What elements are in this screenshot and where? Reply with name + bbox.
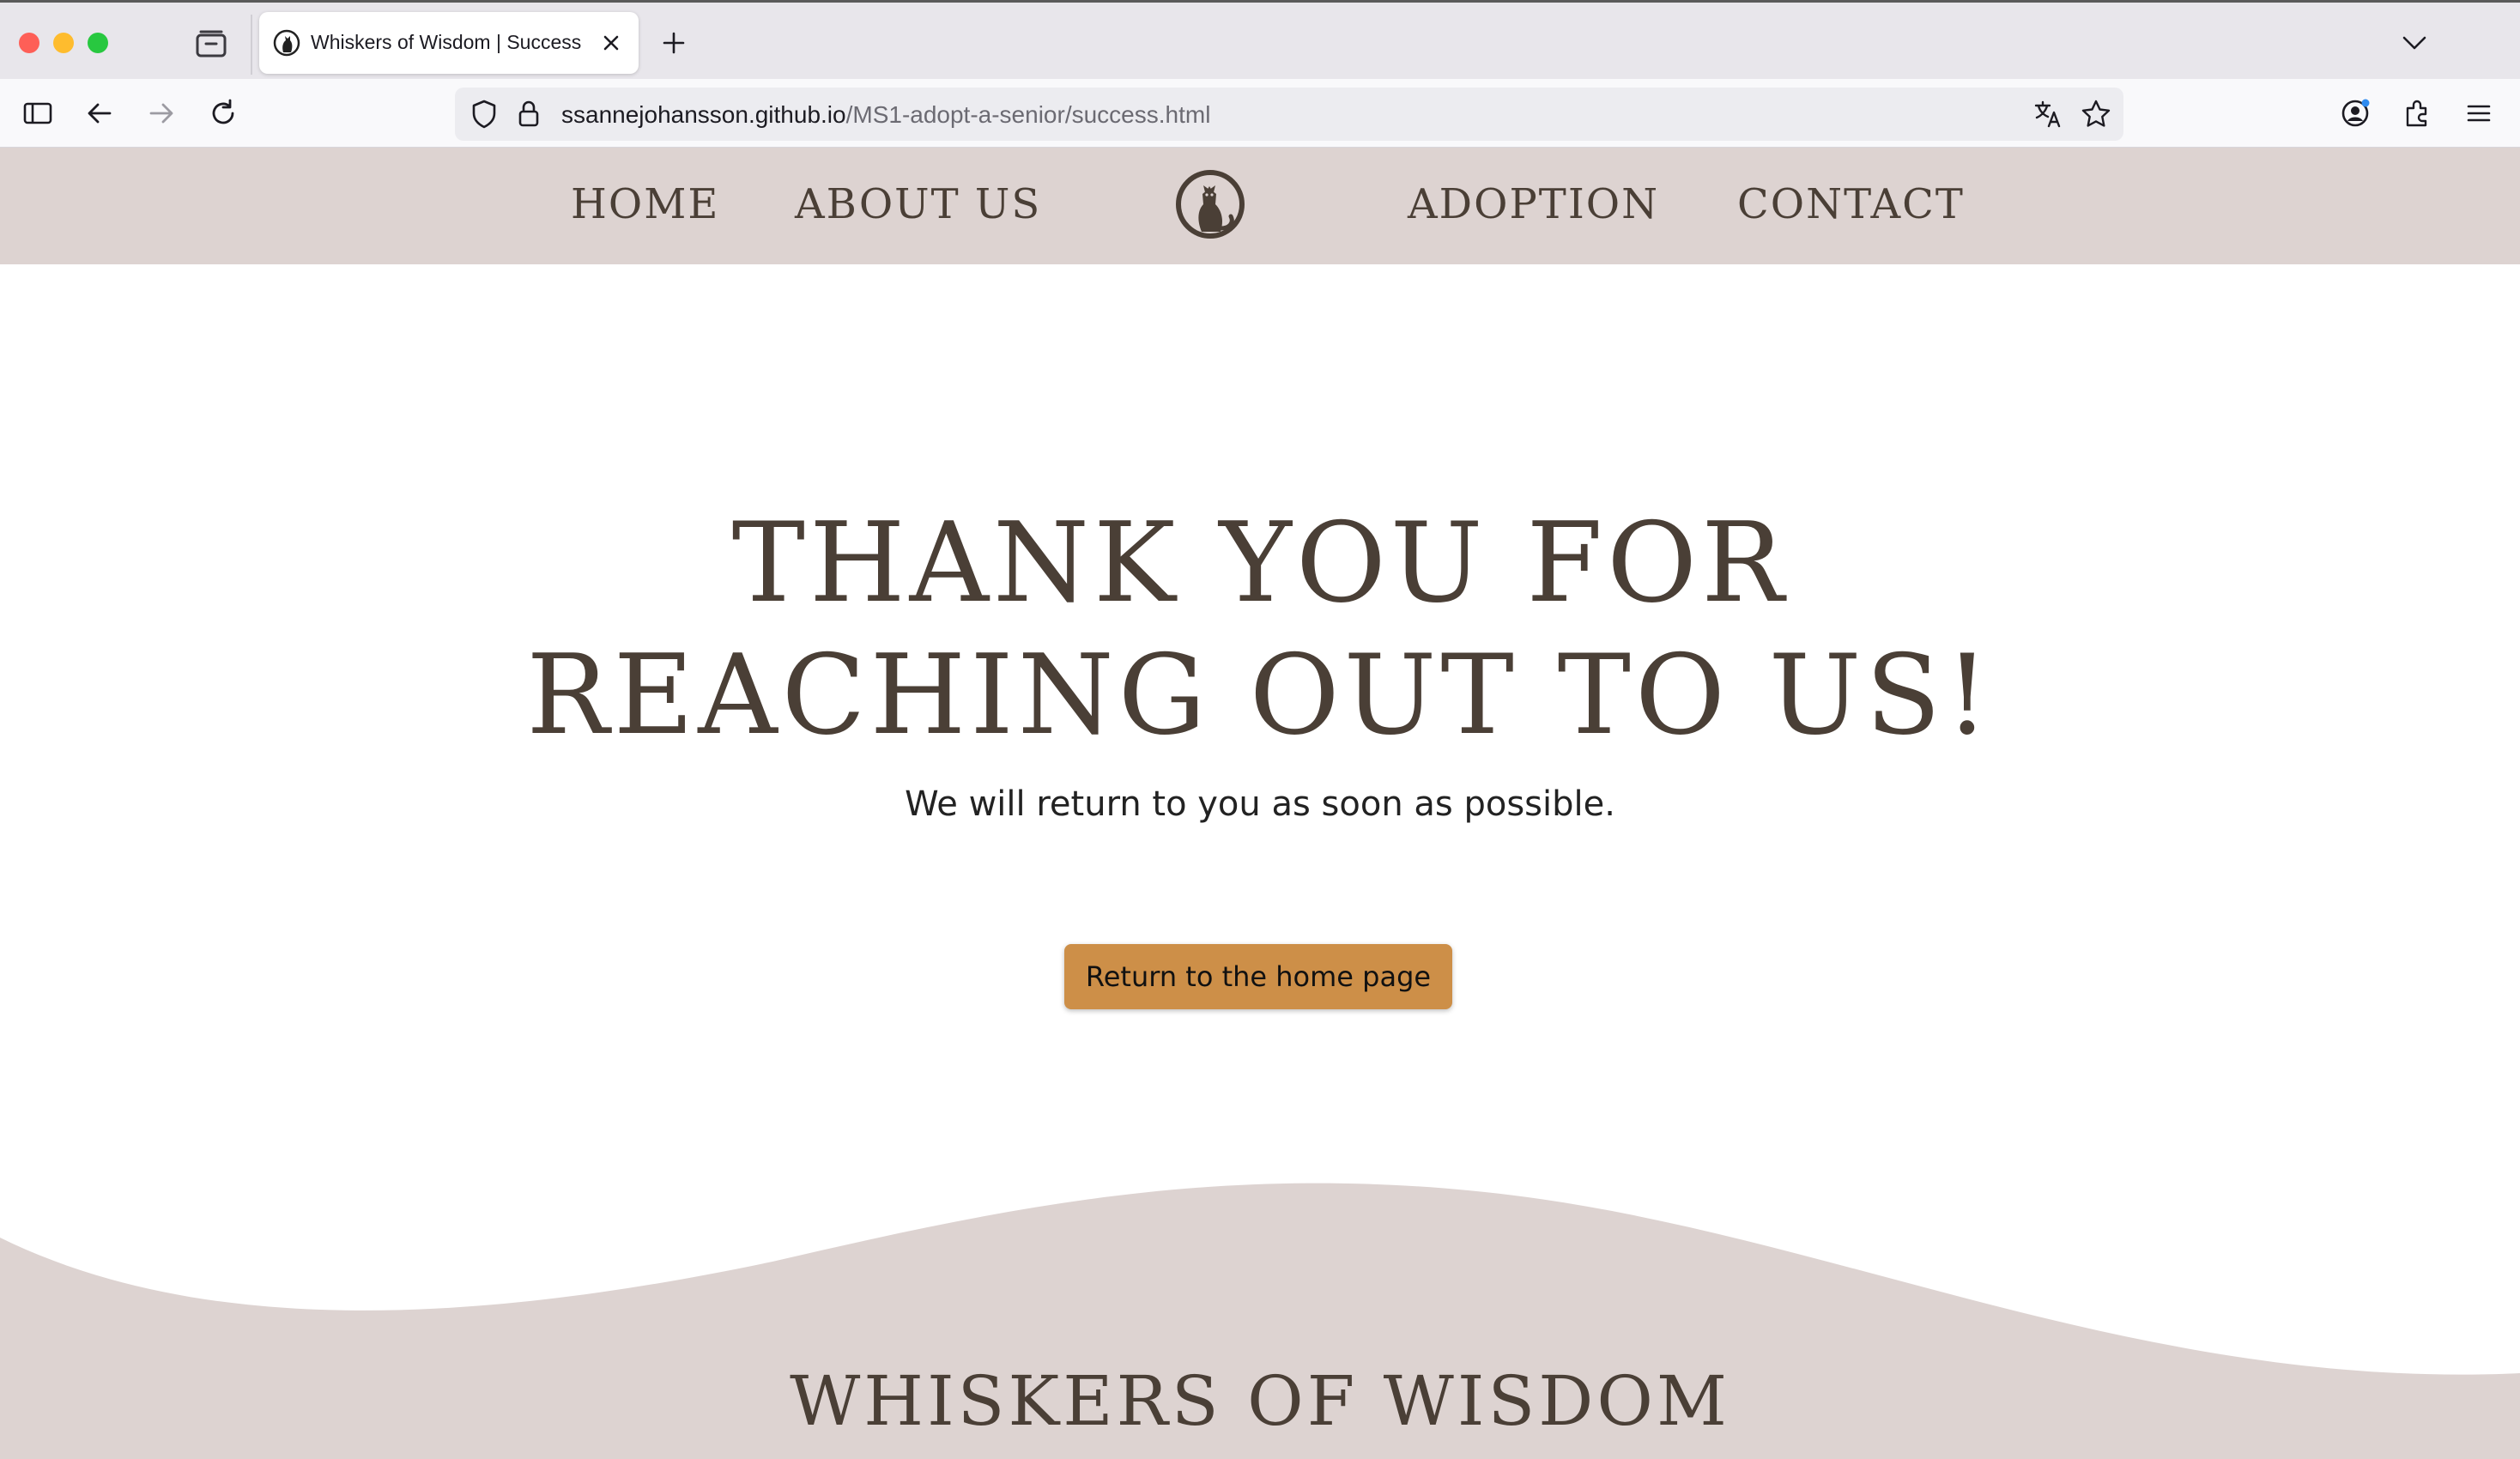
- url-path: /MS1-adopt-a-senior/success.html: [845, 101, 1211, 128]
- account-icon[interactable]: [2338, 96, 2372, 130]
- cat-logo-icon[interactable]: [1174, 168, 1246, 240]
- cat-favicon-icon: [273, 29, 300, 57]
- shield-icon[interactable]: [467, 97, 501, 131]
- address-bar[interactable]: ssannejohansson.github.io/MS1-adopt-a-se…: [455, 88, 2123, 141]
- page-title-line-1: THANK YOU FOR: [731, 499, 1789, 627]
- url-text[interactable]: ssannejohansson.github.io/MS1-adopt-a-se…: [561, 101, 1210, 129]
- active-tab[interactable]: Whiskers of Wisdom | Success: [259, 12, 639, 74]
- site-header: HOME ABOUT US ADOPTION CONTACT: [0, 148, 2520, 264]
- close-tab-icon[interactable]: [596, 27, 627, 58]
- nav-link-home[interactable]: HOME: [571, 180, 719, 228]
- new-tab-icon[interactable]: [659, 28, 688, 58]
- page-title: THANK YOU FOR REACHING OUT TO US!: [0, 498, 2520, 762]
- browser-tab-bar: Whiskers of Wisdom | Success: [0, 0, 2520, 79]
- nav-link-about-us[interactable]: ABOUT US: [795, 180, 1041, 228]
- tab-overview-icon[interactable]: [194, 28, 228, 59]
- forward-arrow-icon[interactable]: [144, 96, 179, 130]
- extensions-icon[interactable]: [2400, 96, 2434, 130]
- bookmark-star-icon[interactable]: [2079, 97, 2113, 131]
- return-home-button[interactable]: Return to the home page: [1064, 944, 1452, 1009]
- chevron-down-icon[interactable]: [2400, 30, 2429, 56]
- url-host: ssannejohansson.github.io: [561, 101, 846, 128]
- sidebar-toggle-icon[interactable]: [21, 96, 55, 130]
- nav-link-contact[interactable]: CONTACT: [1737, 180, 1965, 228]
- menu-icon[interactable]: [2462, 96, 2496, 130]
- tab-separator: [251, 15, 252, 75]
- footer-title: WHISKERS OF WISDOM: [790, 1361, 1730, 1441]
- tab-title: Whiskers of Wisdom | Success: [311, 31, 582, 53]
- translate-icon[interactable]: [2031, 97, 2065, 131]
- close-window-button[interactable]: [19, 33, 39, 53]
- confirmation-message: We will return to you as soon as possibl…: [905, 784, 1615, 824]
- maximize-window-button[interactable]: [88, 33, 108, 53]
- page-title-line-2: REACHING OUT TO US!: [526, 632, 1994, 760]
- reload-icon[interactable]: [206, 96, 240, 130]
- minimize-window-button[interactable]: [53, 33, 74, 53]
- back-arrow-icon[interactable]: [82, 96, 117, 130]
- nav-link-adoption[interactable]: ADOPTION: [1408, 180, 1659, 228]
- browser-toolbar: ssannejohansson.github.io/MS1-adopt-a-se…: [0, 79, 2520, 148]
- lock-icon[interactable]: [512, 97, 546, 131]
